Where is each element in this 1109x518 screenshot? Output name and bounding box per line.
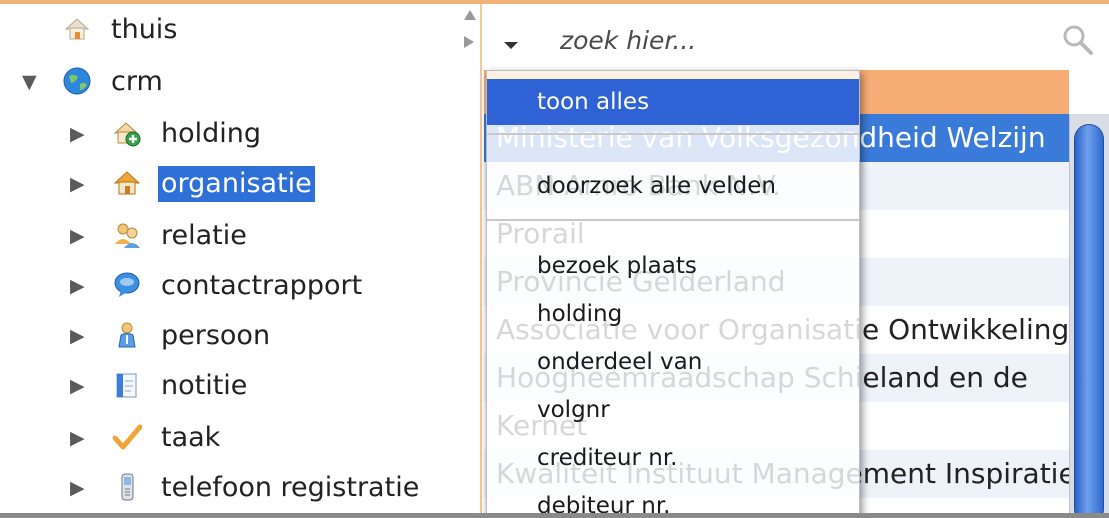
tree-item-persoon[interactable]: ▶ persoon xyxy=(0,316,458,356)
menu-item-holding[interactable]: holding xyxy=(487,291,859,337)
expand-right-icon[interactable] xyxy=(464,36,474,48)
tree-item-label: thuis xyxy=(111,14,178,45)
expand-right-icon[interactable]: ▶ xyxy=(70,324,85,348)
bottom-border xyxy=(0,513,1109,518)
tree-item-crm[interactable]: ▼ crm xyxy=(0,62,458,102)
person-icon xyxy=(112,320,142,350)
search-icon[interactable] xyxy=(1060,22,1096,58)
expand-right-icon[interactable]: ▶ xyxy=(70,224,85,248)
tree-item-holding[interactable]: ▶ holding xyxy=(0,114,458,154)
chat-bubble-icon xyxy=(112,270,142,300)
search-input[interactable] xyxy=(560,20,1040,60)
tree-item-thuis[interactable]: thuis xyxy=(0,10,458,50)
collapse-up-icon[interactable] xyxy=(464,10,476,20)
tree-item-organisatie[interactable]: ▶ organisatie xyxy=(0,164,458,204)
expand-right-icon[interactable]: ▶ xyxy=(70,172,85,196)
house-icon xyxy=(112,168,142,198)
menu-item-bezoek-plaats[interactable]: bezoek plaats xyxy=(487,243,859,289)
expand-right-icon[interactable]: ▶ xyxy=(70,476,85,500)
tree-item-taak[interactable]: ▶ taak xyxy=(0,418,458,458)
menu-item-toon-alles[interactable]: toon alles xyxy=(487,79,859,125)
vertical-scrollbar[interactable] xyxy=(1069,114,1109,513)
tree-item-label: notitie xyxy=(161,370,248,401)
app-window: thuis ▼ crm ▶ holding ▶ organisatie ▶ re… xyxy=(0,0,1109,518)
scrollbar-thumb[interactable] xyxy=(1074,124,1104,513)
search-field-menu: toon alles doorzoek alle velden bezoek p… xyxy=(486,70,860,518)
menu-item-doorzoek-alle-velden[interactable]: doorzoek alle velden xyxy=(487,163,859,209)
tree-item-notitie[interactable]: ▶ notitie xyxy=(0,366,458,406)
tree-item-relatie[interactable]: ▶ relatie xyxy=(0,216,458,256)
menu-item-crediteur-nr[interactable]: crediteur nr. xyxy=(487,435,859,481)
tree-item-telefoon-registratie[interactable]: ▶ telefoon registratie xyxy=(0,468,458,508)
search-options-dropdown-icon[interactable] xyxy=(504,42,518,49)
panel-splitter[interactable] xyxy=(458,4,482,513)
note-icon xyxy=(112,370,142,400)
checkmark-icon xyxy=(112,422,143,452)
menu-item-onderdeel-van[interactable]: onderdeel van xyxy=(487,339,859,385)
globe-icon xyxy=(62,66,92,96)
home-icon xyxy=(62,14,92,44)
expand-right-icon[interactable]: ▶ xyxy=(70,122,85,146)
phone-icon xyxy=(112,472,142,502)
expand-down-icon[interactable]: ▼ xyxy=(22,70,37,94)
menu-separator xyxy=(487,219,859,221)
tree-item-label: taak xyxy=(161,422,221,453)
menu-item-volgnr[interactable]: volgnr xyxy=(487,387,859,433)
tree-item-label: telefoon registratie xyxy=(161,472,420,503)
navigation-tree: thuis ▼ crm ▶ holding ▶ organisatie ▶ re… xyxy=(0,4,458,513)
menu-separator xyxy=(487,133,859,135)
tree-item-contactrapport[interactable]: ▶ contactrapport xyxy=(0,266,458,306)
tree-item-label: organisatie xyxy=(158,166,315,202)
expand-right-icon[interactable]: ▶ xyxy=(70,426,85,450)
tree-item-label: persoon xyxy=(161,320,271,351)
tree-item-label: contactrapport xyxy=(161,270,363,301)
tree-item-label: holding xyxy=(161,118,262,149)
tree-item-label: relatie xyxy=(161,220,247,251)
search-bar xyxy=(484,4,1109,70)
people-icon xyxy=(112,220,142,250)
holding-house-icon xyxy=(112,118,142,148)
expand-right-icon[interactable]: ▶ xyxy=(70,274,85,298)
expand-right-icon[interactable]: ▶ xyxy=(70,374,85,398)
tree-item-label: crm xyxy=(111,66,163,97)
